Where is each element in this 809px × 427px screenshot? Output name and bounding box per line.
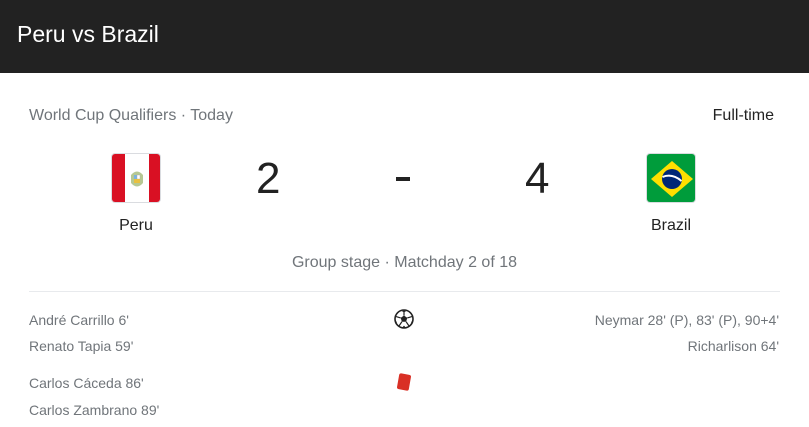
app-header: Peru vs Brazil [0, 0, 809, 73]
brazil-flag-icon[interactable] [646, 153, 696, 203]
away-team-name[interactable]: Brazil [611, 216, 731, 236]
home-red-card-player: Carlos Cáceda 86' [29, 375, 144, 391]
home-score: 2 [256, 154, 281, 203]
soccer-ball-icon [394, 309, 414, 329]
page-title: Peru vs Brazil [17, 21, 159, 47]
away-score: 4 [525, 154, 550, 203]
match-stage: Group stage · Matchday 2 of 18 [291, 254, 517, 271]
score-separator [396, 177, 410, 181]
away-goal-scorer: Richarlison 64' [687, 338, 779, 354]
divider [29, 291, 780, 292]
home-goal-scorer: Renato Tapia 59' [29, 338, 134, 354]
match-status: Full-time [712, 107, 774, 124]
home-team-name[interactable]: Peru [76, 216, 196, 236]
home-red-card-player: Carlos Zambrano 89' [29, 402, 160, 418]
peru-flag-icon[interactable] [111, 153, 161, 203]
home-goal-scorer: André Carrillo 6' [29, 312, 129, 328]
away-goal-scorer: Neymar 28' (P), 83' (P), 90+4' [594, 312, 779, 328]
red-card-icon [396, 372, 412, 392]
competition-label[interactable]: World Cup Qualifiers · Today [29, 105, 233, 127]
